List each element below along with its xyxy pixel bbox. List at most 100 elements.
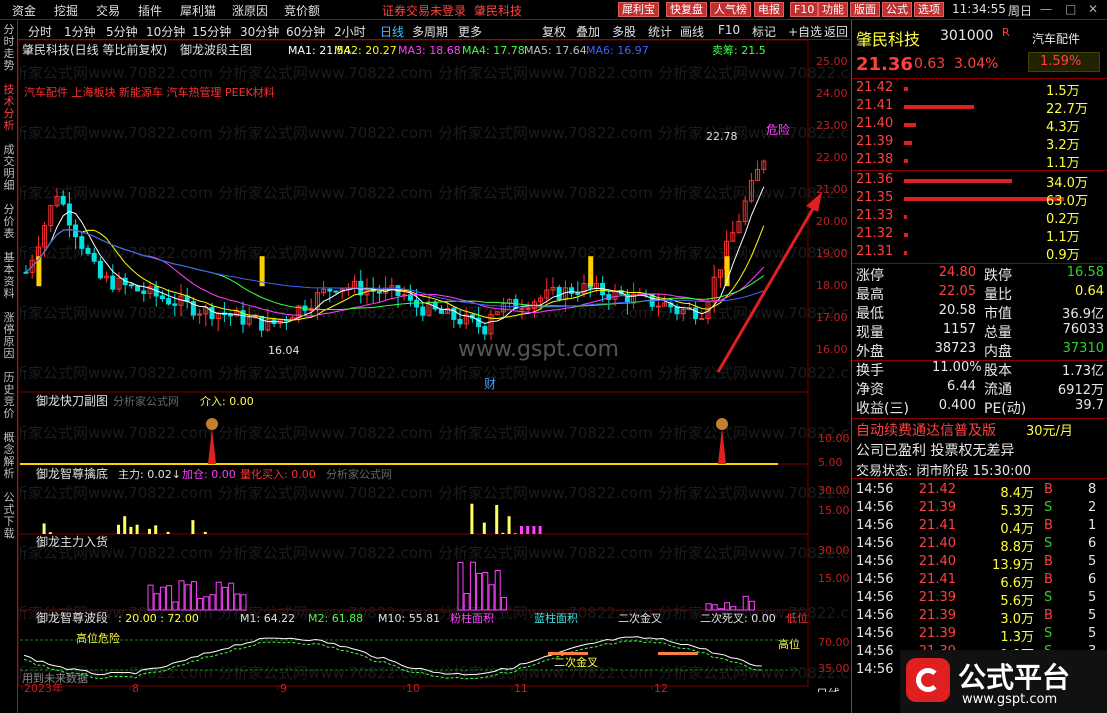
stat-label: 内盘 xyxy=(984,344,1012,360)
tool-button-6[interactable]: 版面 xyxy=(850,2,880,17)
period-0[interactable]: 分时 xyxy=(28,23,52,40)
xaxis-mode: 日线 xyxy=(816,687,840,692)
sidebar-tab-4[interactable]: 基本资料 xyxy=(1,252,17,300)
yaxis-tick-8: 17.00 xyxy=(816,311,848,324)
action-1[interactable]: 叠加 xyxy=(576,23,600,40)
menu-item-1[interactable]: 挖掘 xyxy=(54,2,78,19)
tool-button-0[interactable]: 犀利宝 xyxy=(618,2,659,17)
yaxis-tick-3: 22.00 xyxy=(816,151,848,164)
tick-price: 21.42 xyxy=(918,482,956,497)
sidebar-tab-5[interactable]: 涨停原因 xyxy=(1,312,17,360)
period-9[interactable]: 多周期 xyxy=(412,23,448,40)
sidebar-tab-3[interactable]: 分价表 xyxy=(1,204,17,240)
action-5[interactable]: F10 xyxy=(718,23,740,37)
tick-time: 14:56 xyxy=(856,644,894,659)
tool-button-2[interactable]: 人气榜 xyxy=(710,2,751,17)
stat-value: 6.44 xyxy=(947,379,976,394)
ma-label-1: MA2: 20.27 xyxy=(334,44,397,57)
sub2-bar xyxy=(129,526,133,534)
sub4-m1: M1: 64.22 xyxy=(240,612,295,625)
sub2-bar xyxy=(148,528,151,534)
sidebar-tab-2[interactable]: 成交明细 xyxy=(1,144,17,192)
tool-button-3[interactable]: 电报 xyxy=(754,2,784,17)
tick-volume: 3.0万 xyxy=(1000,612,1034,627)
menu-item-2[interactable]: 交易 xyxy=(96,2,120,19)
menu-item-6[interactable]: 竞价额 xyxy=(284,2,320,19)
maximize-button[interactable]: □ xyxy=(1065,2,1076,16)
close-button[interactable]: ✕ xyxy=(1088,2,1098,16)
minimize-button[interactable]: — xyxy=(1040,2,1052,16)
sub4-range: : 20.00 : 72.00 xyxy=(118,612,199,625)
gspt-logo: 公式平台 www.gspt.com xyxy=(900,650,1107,713)
tool-button-8[interactable]: 选项 xyxy=(914,2,944,17)
watermark: 分析家公式网www.70822.com xyxy=(18,304,213,322)
tool-button-7[interactable]: 公式 xyxy=(882,2,912,17)
ad-price: 30元/月 xyxy=(1026,424,1073,439)
stat-value: 0.400 xyxy=(938,398,976,413)
action-7[interactable]: +自选 xyxy=(788,23,822,40)
action-2[interactable]: 多股 xyxy=(612,23,636,40)
tick-time: 14:56 xyxy=(856,518,894,533)
ad-banner-2: 公司已盈利 投票权无差异 xyxy=(856,443,1015,459)
tool-button-1[interactable]: 快复盘 xyxy=(666,2,707,17)
watermark: 分析家公式网www.70822.com xyxy=(438,184,653,202)
sidebar-tab-0[interactable]: 分时走势 xyxy=(1,24,17,72)
action-0[interactable]: 复权 xyxy=(542,23,566,40)
tool-button-4[interactable]: F10 xyxy=(790,2,819,17)
sidebar-tab-6[interactable]: 历史竞价 xyxy=(1,372,17,420)
sub4-low-label: 低位 xyxy=(786,611,808,625)
period-10[interactable]: 更多 xyxy=(458,23,482,40)
finance-marker: 财 xyxy=(484,377,496,391)
period-5[interactable]: 30分钟 xyxy=(240,23,279,40)
sidebar-tab-1[interactable]: 技术分析 xyxy=(1,84,17,132)
tick-time: 14:56 xyxy=(856,572,894,587)
stat-label: 股本 xyxy=(984,363,1012,379)
menu-bar: 资金 挖掘 交易 插件 犀利猫 涨原因 竞价额 证券交易未登录 肇民科技 犀利宝 快复盘 人气榜… xyxy=(0,0,1107,20)
menu-item-3[interactable]: 插件 xyxy=(138,2,162,19)
ask-volume-0: 1.5万 xyxy=(1046,84,1080,99)
tick-count: 2 xyxy=(1088,500,1097,515)
stat-label: 现量 xyxy=(856,325,884,341)
period-1[interactable]: 1分钟 xyxy=(64,23,96,40)
ask-price-2: 21.40 xyxy=(856,116,894,131)
watermark: 分析家公式网www.70822.com xyxy=(218,484,433,502)
candle xyxy=(333,290,339,293)
action-6[interactable]: 标记 xyxy=(752,23,776,40)
stat-label: 涨停 xyxy=(856,268,884,284)
period-6[interactable]: 60分钟 xyxy=(286,23,325,40)
candle xyxy=(209,306,215,319)
stat-label: 换手 xyxy=(856,363,884,379)
period-2[interactable]: 5分钟 xyxy=(106,23,138,40)
sidebar-tab-7[interactable]: 概念解析 xyxy=(1,432,17,480)
ask-price-4: 21.38 xyxy=(856,152,894,167)
action-4[interactable]: 画线 xyxy=(680,23,704,40)
watermark: 分析家公式网www.70822.com xyxy=(218,664,433,682)
tool-button-5[interactable]: 功能 xyxy=(818,2,848,17)
period-4[interactable]: 15分钟 xyxy=(192,23,231,40)
sidebar-tab-8[interactable]: 公式下载 xyxy=(1,492,17,540)
bid-volume-bar xyxy=(904,233,908,237)
menu-item-5[interactable]: 涨原因 xyxy=(232,2,268,19)
menu-item-4[interactable]: 犀利猫 xyxy=(180,2,216,19)
ask-volume-1: 22.7万 xyxy=(1046,102,1088,117)
action-3[interactable]: 统计 xyxy=(648,23,672,40)
period-3[interactable]: 10分钟 xyxy=(146,23,185,40)
action-8[interactable]: 返回 xyxy=(824,23,848,40)
candle xyxy=(135,285,141,292)
login-notice[interactable]: 证券交易未登录 xyxy=(382,2,466,19)
high-price-label: 22.78 xyxy=(706,130,738,143)
menu-item-0[interactable]: 资金 xyxy=(12,2,36,19)
bid-volume-bar xyxy=(904,179,1012,183)
xaxis-label-0: 2023年 xyxy=(24,681,63,692)
logo-text: 公式平台 xyxy=(958,661,1071,694)
stat-value: 20.58 xyxy=(938,303,976,318)
candle xyxy=(693,307,699,320)
period-7[interactable]: 2小时 xyxy=(334,23,366,40)
tick-price: 21.41 xyxy=(918,572,956,587)
period-8[interactable]: 日线 xyxy=(380,23,404,40)
sub2-ytick-0: 30.00 xyxy=(818,484,850,497)
watermark: 分析家公式网www.70822.com xyxy=(218,364,433,382)
stat-value: 22.05 xyxy=(938,284,976,299)
kline-chart[interactable]: 分析家公式网www.70822.com 分析家公式网www.70822.com 分析… xyxy=(18,40,850,692)
watermark: 分析家公式网www.70822.com xyxy=(218,184,433,202)
